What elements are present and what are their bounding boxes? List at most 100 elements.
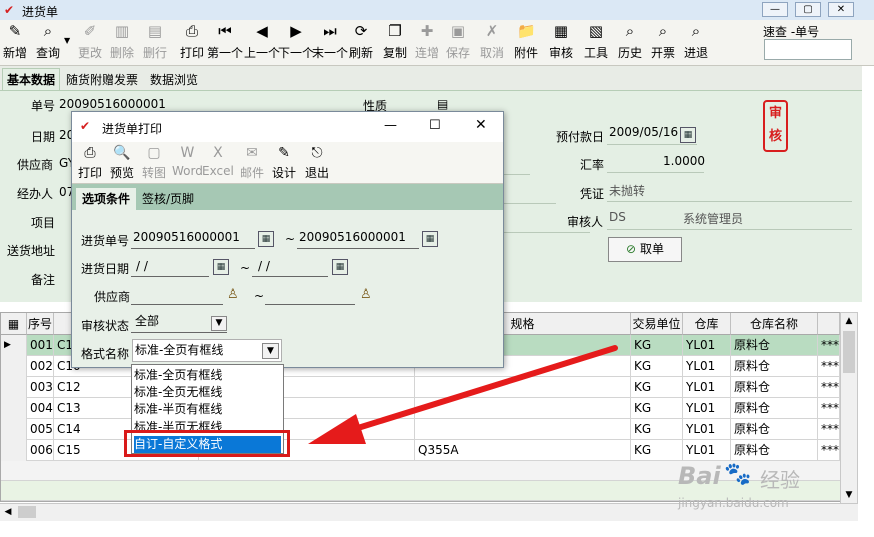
- dialog-tool-1[interactable]: 🔍 预览: [110, 144, 134, 181]
- cancel-order-button[interactable]: ⊘ 取单: [608, 237, 682, 262]
- row-indicator[interactable]: [1, 419, 27, 440]
- status-dropdown-icon[interactable]: ▼: [211, 316, 227, 331]
- dialog-tool-3[interactable]: W Word: [172, 144, 203, 178]
- minimize-button[interactable]: —: [762, 2, 788, 17]
- dlg-date-from[interactable]: / /: [136, 259, 148, 273]
- dialog-tool-5[interactable]: ✉ 邮件: [240, 144, 264, 181]
- toolbar-button-9[interactable]: ⏭ 末一个: [312, 22, 348, 61]
- cell-more[interactable]: ****: [818, 419, 840, 440]
- dialog-tool-2[interactable]: ▢ 转图: [142, 144, 166, 181]
- toolbar-button-11[interactable]: ❐ 复制: [383, 22, 407, 61]
- tab-data-browse[interactable]: 数据浏览: [150, 71, 198, 88]
- row-indicator[interactable]: [1, 440, 27, 461]
- dialog-tool-0[interactable]: ⎙ 打印: [78, 144, 102, 181]
- col-warehouse[interactable]: 仓库: [683, 313, 731, 335]
- cell-whname[interactable]: 原料仓: [731, 419, 818, 440]
- cell-seq[interactable]: 004: [27, 398, 54, 419]
- dlg-order-to[interactable]: 20090516000001: [299, 230, 406, 244]
- dlg-date-to[interactable]: / /: [258, 259, 270, 273]
- cell-unit[interactable]: KG: [631, 356, 683, 377]
- cell-wh[interactable]: YL01: [683, 335, 731, 356]
- cell-whname[interactable]: 原料仓: [731, 377, 818, 398]
- date-from-calendar-icon[interactable]: ▦: [213, 259, 229, 275]
- cell-seq[interactable]: 002: [27, 356, 54, 377]
- cell-more[interactable]: ****: [818, 335, 840, 356]
- calendar-icon[interactable]: ▦: [680, 127, 696, 143]
- toolbar-button-4[interactable]: ▤ 删行: [143, 22, 167, 61]
- col-unit[interactable]: 交易单位: [631, 313, 683, 335]
- toolbar-button-19[interactable]: ⌕ 开票: [651, 22, 675, 61]
- nature-picker-icon[interactable]: ▤: [437, 97, 448, 111]
- cell-seq[interactable]: 006: [27, 440, 54, 461]
- toolbar-button-2[interactable]: ✐ 更改: [78, 22, 102, 61]
- cell-more[interactable]: ****: [818, 377, 840, 398]
- cell-unit[interactable]: KG: [631, 398, 683, 419]
- toolbar-button-13[interactable]: ▣ 保存: [446, 22, 470, 61]
- row-indicator[interactable]: [1, 398, 27, 419]
- cell-unit[interactable]: KG: [631, 419, 683, 440]
- toolbar-button-16[interactable]: ▦ 审核: [549, 22, 573, 61]
- cell-more[interactable]: ****: [818, 398, 840, 419]
- dialog-tool-6[interactable]: ✎ 设计: [272, 144, 296, 181]
- format-dropdown-icon[interactable]: ▼: [262, 343, 279, 359]
- supplier-to-picker-icon[interactable]: ♙: [360, 287, 372, 302]
- dialog-tool-4[interactable]: X Excel: [202, 144, 234, 178]
- toolbar-button-17[interactable]: ▧ 工具: [584, 22, 608, 61]
- query-dropdown-icon[interactable]: ▼: [64, 36, 70, 45]
- toolbar-button-12[interactable]: ✚ 连增: [415, 22, 439, 61]
- format-option[interactable]: 标准-全页有框线: [134, 367, 281, 384]
- cell-wh[interactable]: YL01: [683, 356, 731, 377]
- cell-wh[interactable]: YL01: [683, 398, 731, 419]
- format-option[interactable]: 标准-全页无框线: [134, 384, 281, 401]
- toolbar-button-10[interactable]: ⟳ 刷新: [349, 22, 373, 61]
- cell-unit[interactable]: KG: [631, 377, 683, 398]
- toolbar-button-1[interactable]: ⌕ 查询: [36, 22, 60, 61]
- format-option[interactable]: 标准-半页有框线: [134, 401, 281, 418]
- cell-whname[interactable]: 原料仓: [731, 335, 818, 356]
- toolbar-button-5[interactable]: ⎙ 打印: [180, 22, 204, 61]
- col-seq[interactable]: 序号: [27, 313, 54, 335]
- row-indicator[interactable]: ▶: [1, 335, 27, 356]
- tab-invoice[interactable]: 随货附赠发票: [66, 71, 138, 88]
- toolbar-button-20[interactable]: ⌕ 进退: [684, 22, 708, 61]
- dialog-maximize-button[interactable]: ☐: [429, 118, 441, 133]
- row-indicator[interactable]: [1, 377, 27, 398]
- prepay-date-value[interactable]: 2009/05/16: [609, 125, 678, 139]
- cell-whname[interactable]: 原料仓: [731, 398, 818, 419]
- toolbar-button-15[interactable]: 📁 附件: [514, 22, 538, 61]
- toolbar-button-6[interactable]: ⏮ 第一个: [207, 22, 243, 61]
- cell-unit[interactable]: KG: [631, 335, 683, 356]
- quick-search-input[interactable]: [764, 39, 852, 60]
- toolbar-button-3[interactable]: ▥ 删除: [110, 22, 134, 61]
- tab-basic-data[interactable]: 基本数据: [2, 68, 61, 90]
- toolbar-button-8[interactable]: ▶ 下一个: [278, 22, 314, 61]
- order-from-picker-icon[interactable]: ▦: [258, 231, 274, 247]
- col-warehouse-name[interactable]: 仓库名称: [731, 313, 818, 335]
- dialog-close-button[interactable]: ✕: [475, 117, 487, 133]
- cell-wh[interactable]: YL01: [683, 419, 731, 440]
- row-indicator[interactable]: [1, 356, 27, 377]
- cell-more[interactable]: ****: [818, 356, 840, 377]
- order-no-value[interactable]: 20090516000001: [59, 97, 166, 111]
- toolbar-button-7[interactable]: ◀ 上一个: [244, 22, 280, 61]
- dialog-tool-7[interactable]: ⎋ 退出: [305, 144, 329, 181]
- cell-seq[interactable]: 003: [27, 377, 54, 398]
- toolbar-button-0[interactable]: ✎ 新增: [3, 22, 27, 61]
- date-to-calendar-icon[interactable]: ▦: [332, 259, 348, 275]
- grid-menu-icon[interactable]: ▦: [1, 313, 27, 335]
- cell-seq[interactable]: 005: [27, 419, 54, 440]
- order-to-picker-icon[interactable]: ▦: [422, 231, 438, 247]
- cell-whname[interactable]: 原料仓: [731, 356, 818, 377]
- maximize-button[interactable]: ▢: [795, 2, 821, 17]
- tab-signoff-footer[interactable]: 签核/页脚: [136, 188, 200, 210]
- tab-options[interactable]: 选项条件: [76, 188, 137, 210]
- dialog-minimize-button[interactable]: —: [384, 118, 397, 133]
- dlg-order-from[interactable]: 20090516000001: [133, 230, 240, 244]
- toolbar-button-14[interactable]: ✗ 取消: [480, 22, 504, 61]
- supplier-from-picker-icon[interactable]: ♙: [227, 287, 239, 302]
- cell-wh[interactable]: YL01: [683, 377, 731, 398]
- rate-value[interactable]: 1.0000: [663, 154, 705, 168]
- format-select[interactable]: 标准-全页有框线: [132, 339, 282, 362]
- toolbar-button-18[interactable]: ⌕ 历史: [618, 22, 642, 61]
- close-button[interactable]: ✕: [828, 2, 854, 17]
